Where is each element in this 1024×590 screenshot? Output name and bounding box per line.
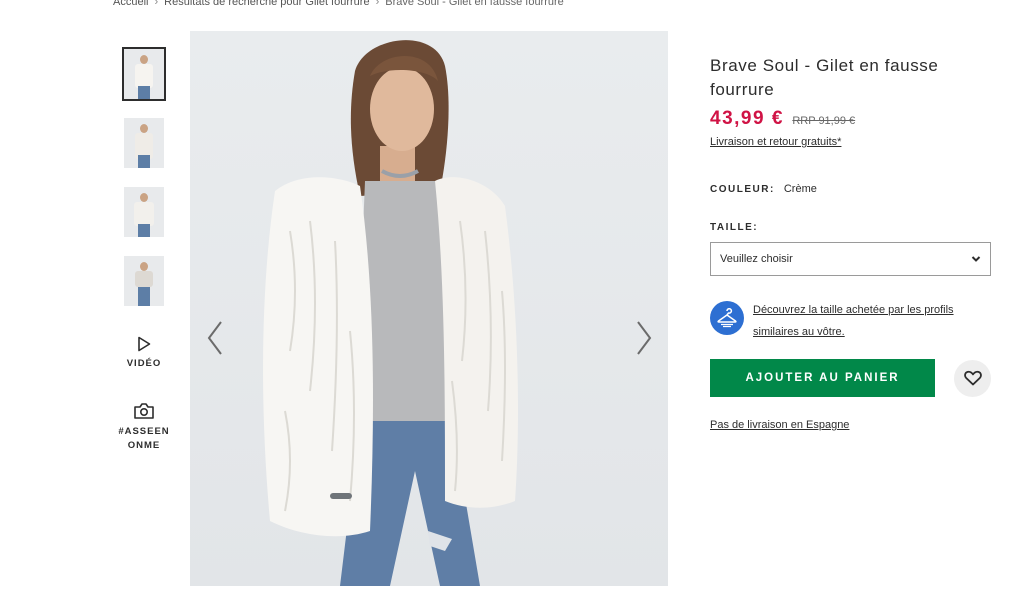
color-value: Crème: [783, 183, 817, 195]
thumbnail-image[interactable]: [124, 118, 164, 168]
save-for-later-button[interactable]: [954, 359, 991, 397]
asseenonme-button[interactable]: #ASSEEN ONME: [118, 402, 170, 453]
breadcrumb-separator: ›: [375, 0, 380, 8]
hanger-icon: [710, 301, 744, 335]
chevron-left-icon[interactable]: [203, 318, 227, 358]
add-to-cart-button[interactable]: AJOUTER AU PANIER: [710, 359, 935, 397]
breadcrumb: Accueil › Résultats de recherche pour Gile…: [113, 0, 564, 8]
cart-row: AJOUTER AU PANIER: [710, 359, 992, 397]
thumbnail-image[interactable]: [124, 256, 164, 306]
chevron-down-icon: [971, 256, 981, 262]
current-price: 43,99 €: [710, 108, 784, 129]
asseenonme-label-1: #ASSEEN: [118, 426, 170, 437]
breadcrumb-search-results[interactable]: Résultats de recherche pour Gilet fourru…: [164, 0, 369, 8]
thumbnail-list: [122, 47, 166, 325]
video-label: VIDÉO: [126, 358, 162, 369]
heart-icon: [963, 370, 982, 386]
color-label: COULEUR:: [710, 184, 775, 195]
breadcrumb-separator: ›: [154, 0, 159, 8]
no-delivery-link[interactable]: Pas de livraison en Espagne: [710, 419, 849, 431]
rrp-price: RRP 91,99 €: [792, 115, 856, 127]
model-photo: [263, 40, 518, 586]
price-row: 43,99 € RRP 91,99 €: [710, 108, 992, 130]
breadcrumb-current: Brave Soul - Gilet en fausse fourrure: [385, 0, 564, 8]
product-details: Brave Soul - Gilet en fausse fourrure 43…: [710, 54, 992, 433]
thumbnail-image[interactable]: [124, 187, 164, 237]
chevron-right-icon[interactable]: [632, 318, 656, 358]
size-select-value: Veuillez choisir: [720, 253, 793, 265]
asseenonme-label-2: ONME: [127, 440, 161, 451]
breadcrumb-home[interactable]: Accueil: [113, 0, 148, 8]
product-title: Brave Soul - Gilet en fausse fourrure: [710, 56, 939, 99]
free-shipping-link[interactable]: Livraison et retour gratuits*: [710, 136, 841, 148]
product-main-image: [190, 31, 668, 586]
color-row: COULEUR: Crème: [710, 183, 992, 195]
camera-icon: [134, 403, 154, 419]
fit-assistant: Découvrez la taille achetée par les prof…: [710, 301, 992, 343]
video-button[interactable]: VIDÉO: [118, 336, 170, 371]
size-select[interactable]: Veuillez choisir: [710, 242, 991, 276]
play-icon: [138, 336, 151, 352]
thumbnail-image[interactable]: [122, 47, 166, 101]
fit-assistant-link[interactable]: Découvrez la taille achetée par les prof…: [753, 299, 992, 343]
size-label: TAILLE:: [710, 222, 759, 233]
